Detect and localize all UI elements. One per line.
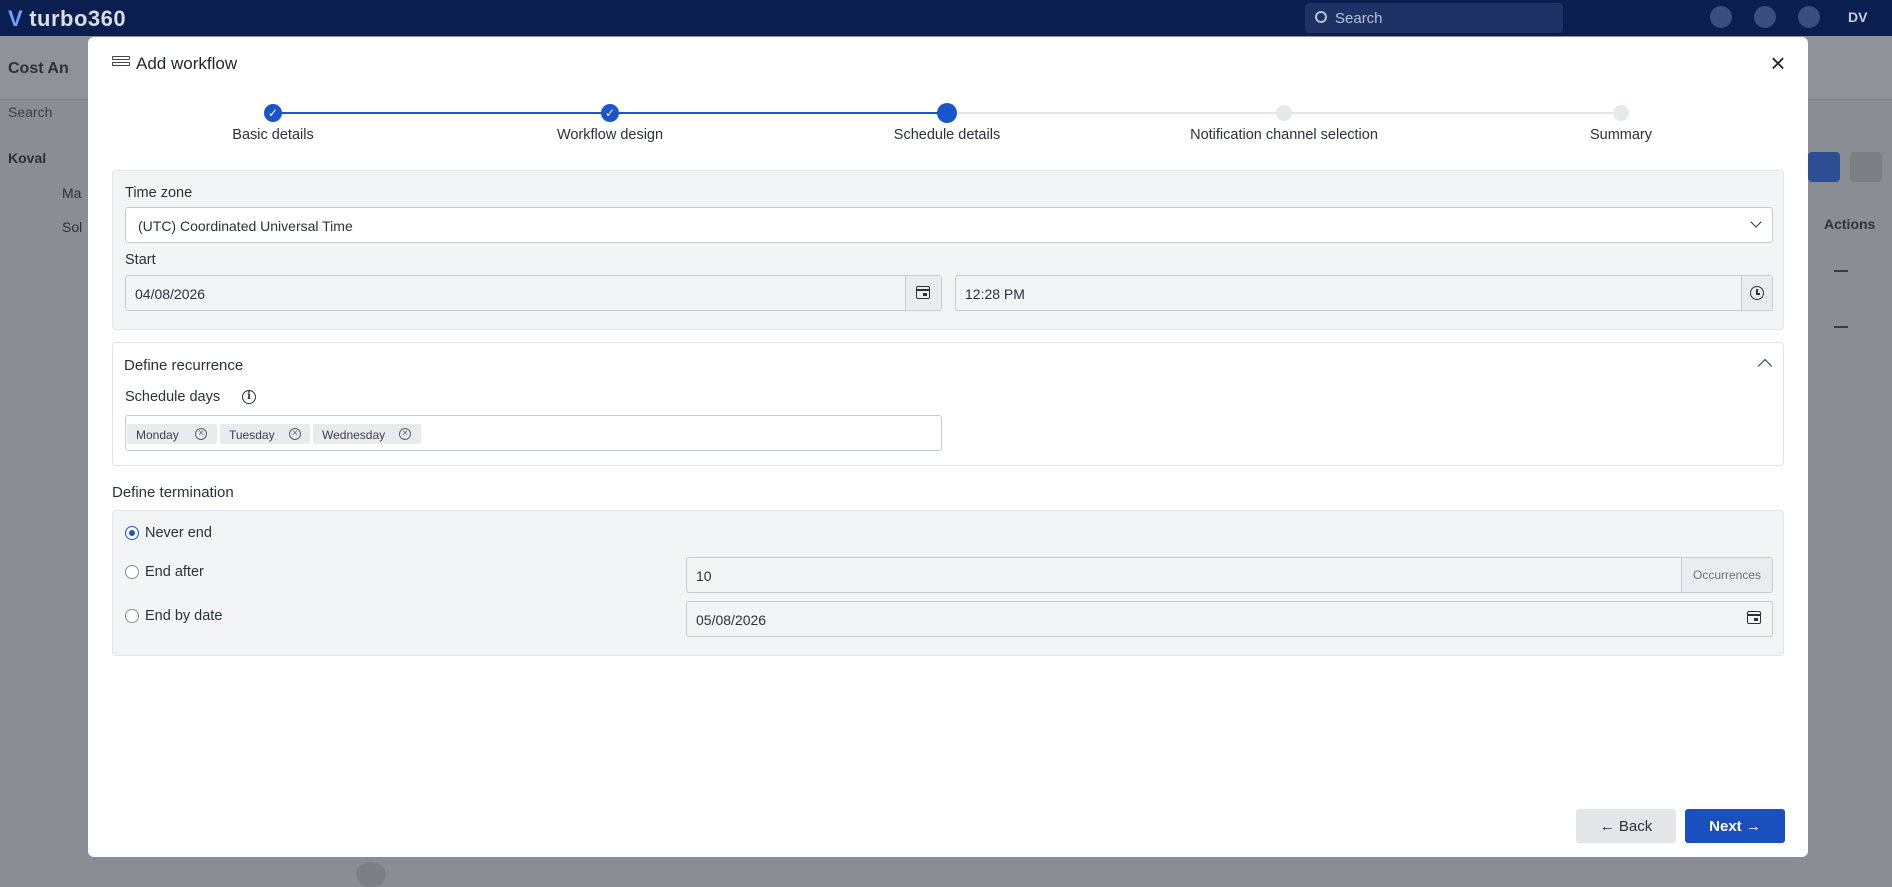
chevron-up-icon[interactable] [1757, 358, 1773, 374]
end-date-input[interactable]: 05/08/2026 [686, 601, 1773, 637]
radio-unselected[interactable] [125, 565, 139, 579]
background-search: Search [8, 104, 53, 120]
schedule-days-label: Schedule days [125, 389, 221, 405]
radio-selected[interactable] [125, 526, 139, 540]
schedule-days-multiselect[interactable]: Monday × Tuesday × Wednesday × [125, 415, 942, 451]
schedule-start-section: Time zone (UTC) Coordinated Universal Ti… [112, 170, 1784, 330]
search-icon [1315, 11, 1327, 23]
user-avatar[interactable]: DV [1848, 9, 1867, 25]
step-notification-channel-selection[interactable]: Notification channel selection [1164, 103, 1404, 143]
step-schedule-details[interactable]: Schedule details [827, 103, 1067, 143]
start-date-input[interactable]: 04/08/2026 [125, 275, 942, 311]
step-basic-details[interactable]: ✓ Basic details [153, 103, 393, 143]
time-zone-label: Time zone [125, 185, 193, 201]
background-tree-item: Ma [62, 185, 82, 201]
add-workflow-modal: Add workflow × ✓ Basic details ✓ Workflo… [88, 37, 1808, 857]
remove-chip-icon[interactable]: × [289, 428, 301, 440]
background-row-menu [1834, 270, 1848, 272]
occurrences-input[interactable]: 10 Occurrences [686, 557, 1773, 593]
modal-title: Add workflow [136, 54, 238, 73]
current-step-dot [937, 103, 957, 123]
close-icon[interactable]: × [1765, 50, 1791, 77]
bell-icon[interactable] [1754, 6, 1776, 28]
background-row-menu [1834, 326, 1848, 328]
pending-step-dot [1613, 105, 1629, 121]
time-zone-select[interactable]: (UTC) Coordinated Universal Time [125, 207, 1773, 243]
announcement-icon[interactable] [1710, 6, 1732, 28]
day-chip-wednesday: Wednesday × [313, 424, 421, 444]
background-refresh-button [1850, 152, 1882, 182]
start-label: Start [125, 252, 156, 268]
top-navigation-bar: Vturbo360 Search DV [0, 0, 1892, 36]
remove-chip-icon[interactable]: × [195, 428, 207, 440]
workflow-stepper: ✓ Basic details ✓ Workflow design Schedu… [88, 103, 1808, 153]
check-icon: ✓ [601, 104, 619, 122]
termination-title: Define termination [112, 484, 234, 501]
occurrences-suffix: Occurrences [1681, 558, 1772, 592]
background-primary-button [1808, 152, 1840, 182]
chevron-down-icon [1750, 216, 1762, 228]
start-date-picker-button[interactable] [905, 276, 941, 310]
calendar-icon [916, 286, 930, 299]
arrow-right-icon: → [1745, 818, 1761, 835]
day-chip-tuesday: Tuesday × [220, 424, 310, 444]
pending-step-dot [1276, 105, 1292, 121]
radio-unselected[interactable] [125, 609, 139, 623]
background-tree-root: Koval [8, 150, 47, 166]
top-icon-group [1710, 6, 1820, 28]
remove-chip-icon[interactable]: × [399, 428, 411, 440]
background-tree-item: Sol [62, 219, 83, 235]
arrow-left-icon: ← [1599, 818, 1615, 835]
day-chip-monday: Monday × [127, 424, 217, 444]
step-summary[interactable]: Summary [1501, 103, 1741, 143]
step-workflow-design[interactable]: ✓ Workflow design [490, 103, 730, 143]
background-actions-header: Actions [1824, 216, 1876, 232]
define-termination-section: Never end End after End by date 10 Occur… [112, 510, 1784, 656]
settings-gear-icon[interactable] [1798, 6, 1820, 28]
back-button[interactable]: ← Back [1576, 809, 1676, 843]
recurrence-title: Define recurrence [124, 357, 244, 374]
start-time-input[interactable]: 12:28 PM [955, 275, 1773, 311]
define-recurrence-section: Define recurrence Schedule days i Monday… [112, 342, 1784, 466]
calendar-icon[interactable] [1747, 611, 1761, 624]
workflow-list-icon [112, 56, 130, 72]
modal-header: Add workflow × [88, 37, 1808, 93]
clock-icon [1750, 286, 1764, 300]
brand-logo[interactable]: Vturbo360 [8, 6, 126, 32]
next-button[interactable]: Next → [1685, 809, 1785, 843]
background-page-title: Cost An [8, 60, 69, 77]
info-icon[interactable]: i [242, 390, 256, 404]
start-time-picker-button[interactable] [1741, 276, 1772, 310]
background-pager [356, 862, 386, 887]
check-icon: ✓ [264, 104, 282, 122]
global-search[interactable]: Search [1305, 3, 1563, 33]
